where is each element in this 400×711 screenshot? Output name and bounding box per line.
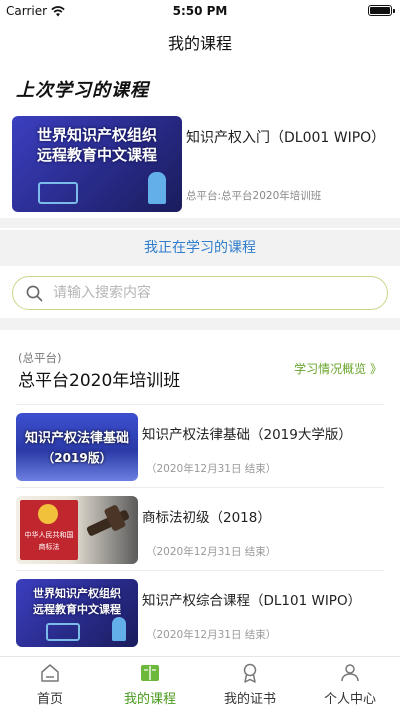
course-thumbnail: 世界知识产权组织 远程教育中文课程 [16, 579, 138, 647]
user-icon [341, 664, 359, 682]
course-thumbnail: 知识产权法律基础 （2019版） [16, 413, 138, 481]
thumbnail-text: 世界知识产权组织 [36, 126, 157, 144]
battery-icon [368, 5, 395, 16]
screen-graphic [46, 623, 80, 641]
last-studied-course-card[interactable]: 世界知识产权组织 远程教育中文课程 知识产权入门（DL001 WIPO） 总平台… [12, 116, 388, 214]
search-bar[interactable] [12, 276, 388, 310]
divider [0, 218, 400, 228]
currently-studying-link[interactable]: 我正在学习的课程 [0, 230, 400, 266]
course-end-date: （2020年12月31日 结束） [146, 629, 277, 641]
thumbnail-text: 世界知识产权组织 [33, 587, 121, 600]
thumbnail-text: 远程教育中文课程 [36, 146, 157, 164]
home-icon [41, 664, 59, 682]
person-graphic [148, 172, 166, 204]
course-list-item[interactable]: 知识产权法律基础 （2019版） 知识产权法律基础（2019大学版） （2020… [16, 404, 384, 484]
tab-my-certificates[interactable]: 我的证书 [200, 657, 300, 711]
course-title: 知识产权法律基础（2019大学版） [142, 427, 352, 443]
person-graphic [112, 617, 126, 641]
course-list-item[interactable]: 世界知识产权组织 远程教育中文课程 知识产权综合课程（DL101 WIPO） （… [16, 570, 384, 650]
course-thumbnail: 世界知识产权组织 远程教育中文课程 [12, 116, 182, 212]
thumbnail-text: 知识产权法律基础 [24, 431, 129, 446]
course-end-date: （2020年12月31日 结束） [146, 546, 277, 558]
tab-label: 个人中心 [323, 692, 376, 707]
divider [0, 318, 400, 330]
screen-graphic [38, 182, 78, 204]
book-icon [141, 665, 159, 681]
tab-my-courses[interactable]: 我的课程 [100, 657, 200, 711]
page-title: 我的课程 [167, 34, 232, 53]
certificate-icon [243, 663, 257, 683]
course-title: 知识产权综合课程（DL101 WIPO） [142, 593, 362, 609]
search-input[interactable] [53, 279, 373, 307]
thumbnail-text: （2019版） [42, 451, 112, 465]
tab-label: 我的课程 [123, 692, 176, 707]
tab-bar: 首页 我的课程 我的证书 个人中心 [0, 656, 400, 711]
course-end-date: （2020年12月31日 结束） [146, 463, 277, 475]
class-title: 总平台2020年培训班 [18, 371, 181, 391]
last-studied-heading: 上次学习的课程 [16, 80, 149, 101]
thumbnail-text: 中华人民共和国 [24, 531, 74, 539]
thumbnail-text: 远程教育中文课程 [33, 603, 121, 616]
last-course-platform: 总平台:总平台2020年培训班 [186, 190, 322, 202]
course-title: 商标法初级（2018） [142, 510, 271, 526]
course-thumbnail: 中华人民共和国 商标法 [16, 496, 138, 564]
tab-profile[interactable]: 个人中心 [300, 657, 400, 711]
course-list-item[interactable]: 中华人民共和国 商标法 商标法初级（2018） （2020年12月31日 结束） [16, 487, 384, 567]
tab-label: 首页 [36, 692, 63, 707]
clock: 5:50 PM [172, 4, 228, 18]
study-overview-link[interactable]: 学习情况概览 》 [294, 360, 382, 377]
search-icon [26, 285, 43, 302]
tab-label: 我的证书 [223, 692, 276, 707]
thumbnail-text: 商标法 [38, 543, 60, 551]
emblem-icon [38, 504, 58, 524]
status-bar: Carrier 5:50 PM [0, 0, 400, 22]
class-platform-label: (总平台) [18, 351, 62, 365]
tab-home[interactable]: 首页 [0, 657, 100, 711]
last-course-title: 知识产权入门（DL001 WIPO） [186, 130, 386, 146]
